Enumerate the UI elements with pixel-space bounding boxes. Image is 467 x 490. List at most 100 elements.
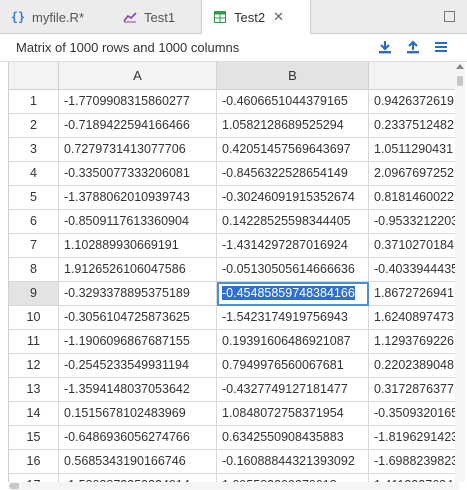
cell-c[interactable]: -0.3509320165 <box>369 402 460 426</box>
tab-test1[interactable]: Test1 <box>122 0 175 34</box>
cell-c[interactable]: 1.6240897473 <box>369 306 460 330</box>
scroll-up-arrow-icon[interactable] <box>456 64 464 69</box>
cell-c[interactable]: -0.4033944435 <box>369 258 460 282</box>
cell-a[interactable]: -0.7189422594166466 <box>59 114 217 138</box>
cell-b[interactable]: 0.6342550908435883 <box>217 426 369 450</box>
table-row[interactable]: 11 -1.1906096867687155 0.19391606486921087… <box>9 330 460 354</box>
column-header-b[interactable]: B <box>217 62 369 90</box>
row-index: 9 <box>9 282 59 306</box>
table-row[interactable]: 7 1.102889930669191 -1.4314297287016924 0.3… <box>9 234 460 258</box>
cell-c[interactable]: 0.3710270184 <box>369 234 460 258</box>
table-row[interactable]: 1 -1.7709908315860277 -0.4606651044379165 0… <box>9 90 460 114</box>
upload-icon[interactable] <box>405 39 421 55</box>
cell-a[interactable]: -1.3594148037053642 <box>59 378 217 402</box>
cell-a[interactable]: -1.5808872353324914 <box>59 474 217 482</box>
table-row[interactable]: 9 -0.3293378895375189 -0.45485859748384166… <box>9 282 460 306</box>
row-index: 6 <box>9 210 59 234</box>
cell-b[interactable]: 1.0848072758371954 <box>217 402 369 426</box>
cell-b[interactable]: 0.14228525598344405 <box>217 210 369 234</box>
cell-a[interactable]: -0.3056104725873625 <box>59 306 217 330</box>
row-index: 1 <box>9 90 59 114</box>
cell-c[interactable]: -0.9533212203 <box>369 210 460 234</box>
cell-a[interactable]: -0.2545233549931194 <box>59 354 217 378</box>
vertical-scrollbar[interactable] <box>455 62 465 482</box>
cell-c[interactable]: 1.4113337634 <box>369 474 460 482</box>
cell-b[interactable]: 1.0582128689525294 <box>217 114 369 138</box>
column-header-c[interactable] <box>369 62 460 90</box>
row-index: 15 <box>9 426 59 450</box>
row-index: 8 <box>9 258 59 282</box>
row-index: 7 <box>9 234 59 258</box>
cell-b[interactable]: 0.19391606486921087 <box>217 330 369 354</box>
table-row[interactable]: 3 0.7279731413077706 0.42051457569643697 1.… <box>9 138 460 162</box>
cell-a[interactable]: -1.1906096867687155 <box>59 330 217 354</box>
cell-b[interactable]: -0.45485859748384166 <box>217 282 369 306</box>
cell-b[interactable]: -0.05130505614666636 <box>217 258 369 282</box>
maximize-icon[interactable] <box>444 11 455 22</box>
cell-a[interactable]: 0.1515678102483969 <box>59 402 217 426</box>
cell-a[interactable]: 1.102889930669191 <box>59 234 217 258</box>
cell-c[interactable]: 0.3172876377 <box>369 378 460 402</box>
matrix-grid: A B 1 -1.7709908315860277 -0.4606651044379… <box>8 62 460 482</box>
table-row[interactable]: 17-1.58088723533249141.0955832992700181.… <box>9 474 460 482</box>
cell-c[interactable]: 0.2202389048 <box>369 354 460 378</box>
cell-a[interactable]: -1.7709908315860277 <box>59 90 217 114</box>
cell-b[interactable]: -0.16088844321393092 <box>217 450 369 474</box>
cell-c[interactable]: -1.8196291423 <box>369 426 460 450</box>
cell-a[interactable]: 0.5685343190166746 <box>59 450 217 474</box>
active-cell-selection[interactable]: -0.45485859748384166 <box>222 286 355 300</box>
close-icon[interactable]: ✕ <box>273 9 284 25</box>
table-row[interactable]: 10 -0.3056104725873625 -1.5423174919756943… <box>9 306 460 330</box>
table-row[interactable]: 8 1.9126526106047586 -0.05130505614666636-… <box>9 258 460 282</box>
cell-b[interactable]: -1.4314297287016924 <box>217 234 369 258</box>
tab-test2-label: Test2 <box>234 9 266 25</box>
cell-c[interactable]: 1.1293769226 <box>369 330 460 354</box>
table-row[interactable]: 2 -0.7189422594166466 1.0582128689525294 0.… <box>9 114 460 138</box>
scroll-thumb[interactable] <box>457 76 463 86</box>
cell-b[interactable]: 0.42051457569643697 <box>217 138 369 162</box>
cell-b[interactable]: -0.30246091915352674 <box>217 186 369 210</box>
cell-b[interactable]: -0.4606651044379165 <box>217 90 369 114</box>
cell-a[interactable]: -0.3350077333206081 <box>59 162 217 186</box>
cell-b[interactable]: -0.4327749127181477 <box>217 378 369 402</box>
table-row[interactable]: 12 -0.2545233549931194 0.7949976560067681 0… <box>9 354 460 378</box>
cell-a[interactable]: -0.3293378895375189 <box>59 282 217 306</box>
cell-a[interactable]: 1.9126526106047586 <box>59 258 217 282</box>
cell-c[interactable]: 0.2337512482 <box>369 114 460 138</box>
cell-c[interactable]: 0.8181460022 <box>369 186 460 210</box>
line-chart-icon <box>122 11 138 23</box>
cell-a[interactable]: 0.7279731413077706 <box>59 138 217 162</box>
cell-b[interactable]: 0.7949976560067681 <box>217 354 369 378</box>
cell-c[interactable]: -1.6988239823 <box>369 450 460 474</box>
cell-b[interactable]: -0.8456322528654149 <box>217 162 369 186</box>
cell-a[interactable]: -1.3788062010939743 <box>59 186 217 210</box>
table-row[interactable]: 13 -1.3594148037053642 -0.4327749127181477… <box>9 378 460 402</box>
tab-myfile[interactable]: {} myfile.R* <box>10 0 84 34</box>
cell-c[interactable]: 1.0511290431 <box>369 138 460 162</box>
row-index: 13 <box>9 378 59 402</box>
table-row[interactable]: 14 0.1515678102483969 1.0848072758371954 -0… <box>9 402 460 426</box>
cell-a[interactable]: -0.6486936056274766 <box>59 426 217 450</box>
table-icon <box>212 11 228 23</box>
cell-b[interactable]: -1.5423174919756943 <box>217 306 369 330</box>
scroll-thumb-horizontal[interactable] <box>10 483 19 489</box>
tab-test2[interactable]: Test2 ✕ <box>201 0 311 34</box>
table-row[interactable]: 16 0.5685343190166746 -0.16088844321393092… <box>9 450 460 474</box>
cell-c[interactable]: 2.0967697252 <box>369 162 460 186</box>
horizontal-scrollbar[interactable] <box>8 482 459 490</box>
cell-b[interactable]: 1.095583299270018 <box>217 474 369 482</box>
table-row[interactable]: 4 -0.3350077333206081 -0.8456322528654149 2… <box>9 162 460 186</box>
cell-a[interactable]: -0.8509117613360904 <box>59 210 217 234</box>
cell-c[interactable]: 1.8672726941 <box>369 282 460 306</box>
row-index: 11 <box>9 330 59 354</box>
menu-icon[interactable] <box>433 39 449 55</box>
table-row[interactable]: 15 -0.6486936056274766 0.6342550908435883-… <box>9 426 460 450</box>
download-icon[interactable] <box>377 39 393 55</box>
tab-bar: {} myfile.R* Test1 Test2 ✕ <box>0 0 467 34</box>
table-row[interactable]: 6 -0.8509117613360904 0.14228525598344405-… <box>9 210 460 234</box>
cell-c[interactable]: 0.9426372619 <box>369 90 460 114</box>
table-row[interactable]: 5 -1.3788062010939743 -0.30246091915352674… <box>9 186 460 210</box>
row-index: 17 <box>9 474 59 482</box>
column-header-a[interactable]: A <box>59 62 217 90</box>
row-index: 2 <box>9 114 59 138</box>
